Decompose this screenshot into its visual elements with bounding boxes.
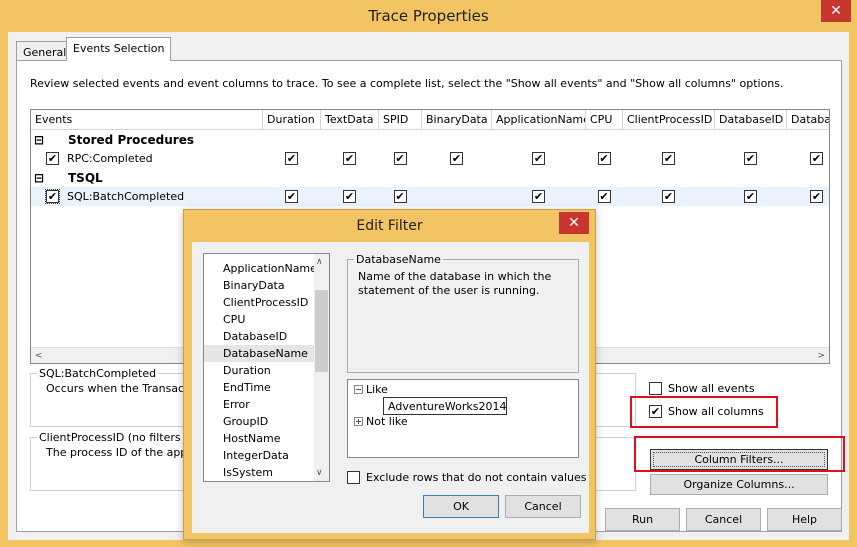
event-name: SQL:BatchCompleted (67, 190, 185, 203)
col-header-applicationname[interactable]: ApplicationName (492, 110, 586, 130)
tab-events-selection[interactable]: Events Selection (66, 37, 172, 61)
collapse-icon[interactable]: ⊟ (34, 133, 44, 147)
group-row-stored-procedures: ⊟ Stored Procedures (31, 130, 829, 149)
show-all-events-option[interactable]: Show all events (649, 382, 755, 395)
list-item[interactable]: HostName (204, 430, 314, 447)
edit-filter-client-area: ApplicationName BinaryData ClientProcess… (192, 242, 589, 533)
column-checkbox[interactable]: ✔ (285, 152, 298, 165)
column-checkbox[interactable]: ✔ (450, 152, 463, 165)
list-item[interactable]: ClientProcessID (204, 294, 314, 311)
column-checkbox[interactable]: ✔ (744, 190, 757, 203)
column-description-group: DatabaseName Name of the database in whi… (347, 253, 579, 373)
list-item[interactable]: IntegerData (204, 447, 314, 464)
col-header-databaseid[interactable]: DatabaseID (715, 110, 787, 130)
run-button[interactable]: Run (605, 508, 680, 531)
window-title: Trace Properties (368, 7, 489, 25)
scroll-thumb[interactable] (315, 290, 328, 372)
group-label: Stored Procedures (68, 132, 194, 147)
exclude-rows-label: Exclude rows that do not contain values (366, 471, 587, 484)
column-checkbox[interactable]: ✔ (810, 152, 823, 165)
list-item[interactable]: CPU (204, 311, 314, 328)
intro-text: Review selected events and event columns… (30, 77, 784, 90)
column-checkbox[interactable]: ✔ (343, 152, 356, 165)
column-checkbox[interactable]: ✔ (597, 190, 611, 203)
filter-cancel-button[interactable]: Cancel (505, 495, 581, 518)
col-header-databasename[interactable]: Databas (787, 110, 829, 130)
help-button[interactable]: Help (767, 508, 842, 531)
show-all-events-checkbox[interactable] (649, 382, 662, 395)
list-item[interactable]: BinaryData (204, 277, 314, 294)
column-checkbox[interactable]: ✔ (285, 190, 298, 203)
list-item-selected[interactable]: DatabaseName (204, 345, 314, 362)
col-header-textdata[interactable]: TextData (321, 110, 379, 130)
tree-node-not-like[interactable]: + Not like (354, 415, 408, 428)
event-row-sql-batchcompleted: ✔ SQL:BatchCompleted ✔ ✔ ✔ ✔ ✔ ✔ ✔ ✔ (31, 187, 829, 206)
expand-icon[interactable]: + (354, 417, 363, 426)
cancel-button[interactable]: Cancel (686, 508, 761, 531)
column-checkbox[interactable]: ✔ (662, 190, 675, 203)
scroll-left-icon[interactable]: < (35, 351, 43, 361)
group-row-tsql: ⊟ TSQL (31, 168, 829, 187)
filter-column-list[interactable]: ApplicationName BinaryData ClientProcess… (203, 253, 330, 482)
event-description-text: Occurs when the Transact-S (46, 382, 200, 395)
column-list-scrollbar[interactable]: ∧ ∨ (314, 254, 329, 481)
exclude-rows-option[interactable]: Exclude rows that do not contain values (347, 471, 586, 484)
list-item[interactable]: Error (204, 396, 314, 413)
column-checkbox[interactable]: ✔ (532, 190, 545, 203)
column-checkbox[interactable]: ✔ (744, 152, 757, 165)
col-header-duration[interactable]: Duration (263, 110, 321, 130)
column-checkbox[interactable]: ✔ (343, 190, 356, 203)
highlight-show-all-columns (630, 396, 778, 428)
event-description-legend: SQL:BatchCompleted (37, 367, 159, 380)
collapse-icon[interactable]: − (354, 385, 363, 394)
column-checkbox[interactable]: ✔ (393, 190, 407, 203)
list-item[interactable]: Duration (204, 362, 314, 379)
col-header-events[interactable]: Events (31, 110, 263, 130)
description-legend: DatabaseName (354, 253, 443, 266)
event-checkbox[interactable]: ✔ (45, 189, 60, 204)
show-all-events-label: Show all events (668, 382, 755, 395)
scroll-down-icon[interactable]: ∨ (316, 468, 323, 478)
list-item[interactable]: DatabaseID (204, 328, 314, 345)
window-close-button[interactable]: ✕ (821, 0, 851, 22)
tree-node-label: Not like (366, 415, 408, 428)
tree-node-label: Like (366, 383, 388, 396)
grid-header: Events Duration TextData SPID BinaryData… (31, 110, 829, 130)
edit-filter-dialog: Edit Filter ✕ ApplicationName BinaryData… (183, 209, 596, 540)
description-text: Name of the database in which the statem… (358, 270, 552, 297)
event-name: RPC:Completed (67, 152, 153, 165)
col-header-spid[interactable]: SPID (379, 110, 422, 130)
exclude-rows-checkbox[interactable] (347, 471, 360, 484)
column-checkbox[interactable]: ✔ (662, 152, 675, 165)
list-item[interactable]: IsSystem (204, 464, 314, 481)
ok-button[interactable]: OK (423, 495, 499, 518)
col-header-clientprocessid[interactable]: ClientProcessID (623, 110, 715, 130)
tab-general[interactable]: General (16, 41, 74, 60)
column-checkbox[interactable]: ✔ (597, 152, 611, 165)
like-value-input[interactable]: AdventureWorks2014 (383, 397, 507, 415)
scroll-right-icon[interactable]: > (817, 351, 825, 361)
list-item[interactable]: GroupID (204, 413, 314, 430)
event-checkbox[interactable]: ✔ (46, 152, 59, 165)
collapse-icon[interactable]: ⊟ (34, 171, 44, 185)
edit-filter-close-button[interactable]: ✕ (559, 212, 589, 234)
list-item[interactable]: EndTime (204, 379, 314, 396)
col-header-binarydata[interactable]: BinaryData (422, 110, 492, 130)
tree-node-like[interactable]: − Like (354, 383, 388, 396)
filter-tree[interactable]: − Like AdventureWorks2014 + Not like (347, 379, 579, 458)
highlight-column-filters (634, 436, 845, 472)
edit-filter-title: Edit Filter (356, 218, 423, 234)
column-checkbox[interactable]: ✔ (532, 152, 545, 165)
group-label: TSQL (68, 170, 103, 185)
column-checkbox[interactable]: ✔ (393, 152, 407, 165)
scroll-up-icon[interactable]: ∧ (316, 257, 323, 267)
column-checkbox[interactable]: ✔ (810, 190, 823, 203)
organize-columns-button[interactable]: Organize Columns... (650, 474, 828, 495)
list-item[interactable]: ApplicationName (204, 260, 317, 277)
col-header-cpu[interactable]: CPU (586, 110, 623, 130)
event-row-rpc-completed: ✔ RPC:Completed ✔ ✔ ✔ ✔ ✔ ✔ ✔ ✔ ✔ (31, 149, 829, 168)
